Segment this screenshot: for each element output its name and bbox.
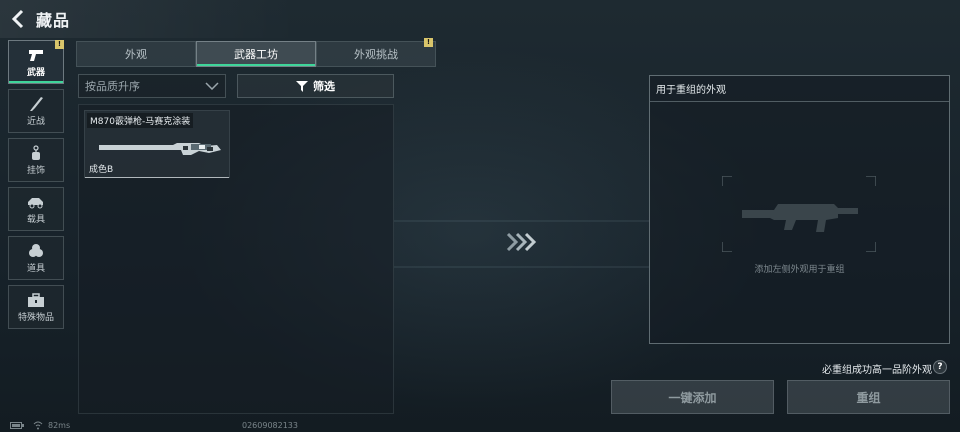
sort-dropdown[interactable]: 按品质升序 <box>78 74 226 98</box>
sort-value: 按品质升序 <box>85 80 140 93</box>
new-badge: ! <box>55 40 64 49</box>
tab-label: 外观 <box>125 48 147 61</box>
tab-appearance-challenge[interactable]: 外观挑战 ! <box>316 38 436 67</box>
charm-icon <box>32 144 40 160</box>
help-icon[interactable]: ? <box>933 360 947 374</box>
tab-weapon-workshop[interactable]: 武器工坊 <box>196 41 316 67</box>
sidebar-item-label: 道具 <box>26 263 45 274</box>
sidebar-item-label: 武器 <box>26 67 45 78</box>
sidebar-item-label: 挂饰 <box>26 165 45 176</box>
decor-line <box>394 266 649 268</box>
grenade-icon <box>29 243 43 257</box>
tab-label: 外观挑战 <box>354 48 398 61</box>
tab-bar: 外观 武器工坊 外观挑战 ! <box>76 38 436 67</box>
sidebar-item-vehicles[interactable]: 载具 <box>8 187 64 231</box>
vehicle-icon <box>28 197 43 208</box>
status-bar: 82ms 02609082133 <box>0 420 960 432</box>
new-badge: ! <box>424 38 433 47</box>
chevron-down-icon <box>205 82 219 90</box>
sidebar-item-weapons[interactable]: ! 武器 <box>8 40 64 84</box>
skin-list-panel: M870霰弹枪-马赛克涂装 成色B <box>78 104 394 414</box>
empty-slot-hint: 添加左侧外观用于重组 <box>754 265 845 275</box>
button-label: 一键添加 <box>668 390 717 405</box>
skin-card[interactable]: M870霰弹枪-马赛克涂装 成色B <box>84 110 230 178</box>
button-label: 重组 <box>856 390 881 405</box>
sidebar-item-melee[interactable]: 近战 <box>8 89 64 133</box>
pistol-icon <box>29 49 43 61</box>
sidebar-item-label: 特殊物品 <box>17 312 54 323</box>
tab-appearance[interactable]: 外观 <box>76 41 196 67</box>
wifi-icon <box>33 421 43 430</box>
skin-grade: 成色B <box>89 165 114 175</box>
player-uid: 02609082133 <box>242 421 298 430</box>
sidebar-item-label: 载具 <box>26 214 45 225</box>
skin-name: M870霰弹枪-马赛克涂装 <box>87 113 194 128</box>
rifle-placeholder-icon[interactable] <box>734 190 864 240</box>
panel-title: 用于重组的外观 <box>650 76 949 102</box>
quick-add-button[interactable]: 一键添加 <box>611 380 774 414</box>
filter-label: 筛选 <box>313 80 335 93</box>
card-underline <box>85 177 229 178</box>
sidebar-item-label: 近战 <box>26 116 45 127</box>
shotgun-icon <box>99 143 221 155</box>
tab-label: 武器工坊 <box>234 48 278 61</box>
ping-readout: 82ms <box>48 421 71 430</box>
guarantee-text: 必重组成功高一品阶外观 <box>822 365 932 376</box>
filter-button[interactable]: 筛选 <box>237 74 394 98</box>
chevrons-right-icon <box>506 232 537 252</box>
decor-line <box>394 220 649 222</box>
header-bar: 藏品 <box>0 0 300 38</box>
funnel-icon <box>296 80 308 92</box>
sidebar-item-special[interactable]: 特殊物品 <box>8 285 64 329</box>
reassemble-button[interactable]: 重组 <box>787 380 950 414</box>
category-sidebar: ! 武器 近战 挂饰 载具 道具 特殊物品 <box>8 40 64 334</box>
back-arrow-icon[interactable] <box>10 9 26 29</box>
sidebar-item-items[interactable]: 道具 <box>8 236 64 280</box>
page-title: 藏品 <box>36 11 71 30</box>
panel-title-text: 用于重组的外观 <box>656 85 726 96</box>
knife-icon <box>30 96 43 111</box>
reassemble-slot-panel: 用于重组的外观 添加左侧外观用于重组 <box>649 75 950 344</box>
sidebar-item-charms[interactable]: 挂饰 <box>8 138 64 182</box>
battery-icon <box>10 422 24 429</box>
briefcase-icon <box>28 292 44 307</box>
